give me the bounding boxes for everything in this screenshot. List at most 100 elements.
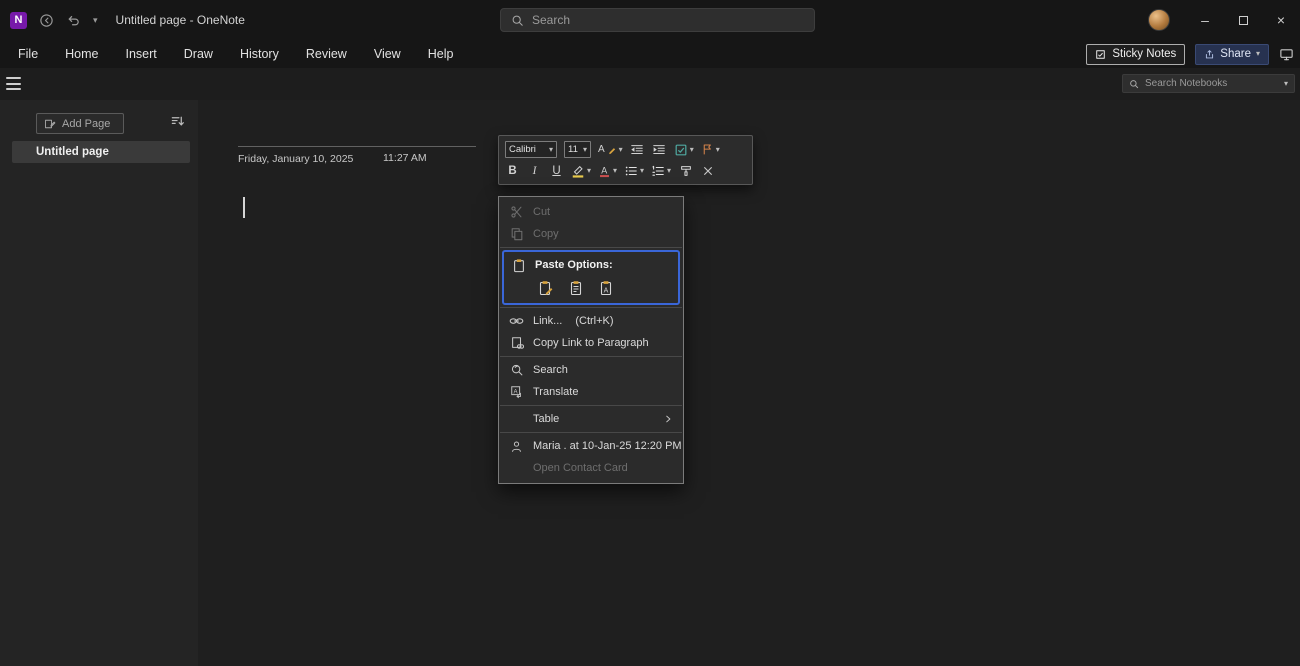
global-search-box[interactable]	[500, 8, 815, 32]
cut-icon	[509, 205, 524, 219]
chevron-down-icon: ▾	[549, 146, 553, 154]
context-author-info[interactable]: Maria . at 10-Jan-25 12:20 PM	[499, 435, 683, 457]
font-color-button[interactable]: A ▾	[598, 164, 617, 178]
format-painter-button[interactable]	[678, 162, 693, 180]
sticky-notes-button[interactable]: Sticky Notes	[1086, 44, 1185, 65]
add-page-button[interactable]: Add Page	[36, 113, 124, 134]
highlight-color-button[interactable]: ▾	[571, 164, 591, 178]
share-button[interactable]: Share ▾	[1195, 44, 1269, 65]
sort-pages-button[interactable]	[170, 114, 185, 129]
copy-link-label: Copy Link to Paragraph	[533, 337, 649, 349]
search-input[interactable]	[532, 13, 804, 27]
notebook-search-input[interactable]	[1145, 78, 1278, 89]
page-datetime-stamp: Friday, January 10, 2025 11:27 AM	[238, 146, 476, 165]
back-icon[interactable]	[39, 13, 54, 28]
notebook-search-box[interactable]: ▾	[1122, 74, 1295, 93]
meet-icon[interactable]	[1279, 47, 1294, 62]
numbered-list-button[interactable]: ▾	[651, 164, 671, 178]
tab-insert[interactable]: Insert	[126, 47, 157, 61]
close-button[interactable]: ×	[1262, 0, 1300, 40]
titlebar: N ▾ Untitled page - OneNote – ×	[0, 0, 1300, 40]
notebook-search-chevron-icon[interactable]: ▾	[1284, 79, 1288, 88]
text-style-button[interactable]: A ▾	[598, 144, 623, 155]
translate-label: Translate	[533, 386, 578, 398]
share-label: Share	[1220, 48, 1251, 60]
menu-separator	[500, 432, 682, 433]
navigation-hamburger-button[interactable]	[6, 77, 21, 90]
chevron-down-icon: ▾	[716, 146, 720, 154]
paste-options-selection: Paste Options: A	[502, 250, 680, 305]
search-icon	[511, 14, 524, 27]
context-link[interactable]: Link... (Ctrl+K)	[499, 310, 683, 332]
flag-icon	[701, 143, 714, 156]
paste-icon	[511, 258, 526, 273]
tab-help[interactable]: Help	[428, 47, 454, 61]
font-size-select[interactable]: 11 ▾	[564, 141, 591, 158]
style-letter: A	[598, 144, 605, 155]
context-translate[interactable]: A Translate	[499, 381, 683, 403]
app-logo: N	[10, 12, 27, 29]
chevron-down-icon: ▾	[619, 146, 623, 154]
tab-home[interactable]: Home	[65, 47, 98, 61]
highlighter-icon	[571, 164, 585, 178]
svg-text:A: A	[604, 287, 609, 294]
copy-icon	[509, 227, 524, 241]
chevron-down-icon: ▾	[667, 167, 671, 175]
page-date: Friday, January 10, 2025	[238, 153, 353, 165]
context-search[interactable]: Search	[499, 359, 683, 381]
todo-icon	[674, 143, 688, 157]
minimize-button[interactable]: –	[1186, 0, 1224, 40]
bold-button[interactable]: B	[505, 162, 520, 180]
window-title: Untitled page - OneNote	[116, 13, 245, 27]
context-table[interactable]: Table	[499, 408, 683, 430]
pen-icon	[607, 145, 617, 155]
maximize-button[interactable]	[1224, 0, 1262, 40]
undo-icon[interactable]	[66, 13, 81, 28]
paste-merge-formatting-button[interactable]	[566, 278, 586, 298]
bullet-list-button[interactable]: ▾	[624, 164, 644, 178]
link-label: Link...	[533, 315, 562, 327]
tab-view[interactable]: View	[374, 47, 401, 61]
quick-access-chevron-icon[interactable]: ▾	[93, 15, 98, 26]
font-name-select[interactable]: Calibri ▾	[505, 141, 557, 158]
paste-keep-text-only-button[interactable]: A	[596, 278, 616, 298]
flag-tag-button[interactable]: ▾	[701, 143, 720, 156]
todo-tag-button[interactable]: ▾	[674, 143, 694, 157]
person-icon	[509, 440, 524, 453]
paste-keep-source-formatting-button[interactable]	[536, 278, 556, 298]
tab-draw[interactable]: Draw	[184, 47, 213, 61]
context-copy: Copy	[499, 223, 683, 245]
sticky-notes-label: Sticky Notes	[1112, 48, 1176, 60]
font-size-value: 11	[568, 144, 578, 155]
tab-file[interactable]: File	[18, 47, 38, 61]
add-page-icon	[44, 118, 56, 130]
floating-format-toolbar: Calibri ▾ 11 ▾ A ▾	[498, 135, 753, 185]
dismiss-toolbar-button[interactable]	[700, 162, 715, 180]
cut-label: Cut	[533, 206, 550, 218]
svg-text:A: A	[601, 165, 607, 175]
context-copy-link-to-paragraph[interactable]: Copy Link to Paragraph	[499, 332, 683, 354]
account-avatar[interactable]	[1148, 9, 1170, 31]
chevron-down-icon: ▾	[587, 167, 591, 175]
increase-indent-button[interactable]	[652, 141, 667, 159]
tab-review[interactable]: Review	[306, 47, 347, 61]
add-page-label: Add Page	[62, 118, 110, 130]
context-cut: Cut	[499, 201, 683, 223]
text-cursor	[243, 197, 245, 218]
decrease-indent-button[interactable]	[630, 141, 645, 159]
tab-history[interactable]: History	[240, 47, 279, 61]
sticky-notes-icon	[1095, 49, 1106, 60]
author-label: Maria . at 10-Jan-25 12:20 PM	[533, 440, 682, 452]
menu-separator	[500, 307, 682, 308]
page-list-item-untitled[interactable]: Untitled page	[12, 141, 190, 163]
page-list-pane: Add Page Untitled page	[0, 100, 198, 666]
chevron-down-icon: ▾	[690, 146, 694, 154]
context-open-contact-card: Open Contact Card	[499, 457, 683, 479]
menu-separator	[500, 405, 682, 406]
italic-button[interactable]: I	[527, 162, 542, 180]
underline-button[interactable]: U	[549, 162, 564, 180]
paste-options-row: A	[504, 278, 678, 298]
context-menu: Cut Copy Paste Options:	[498, 196, 684, 484]
chevron-down-icon: ▾	[613, 167, 617, 175]
page-time: 11:27 AM	[383, 152, 427, 164]
